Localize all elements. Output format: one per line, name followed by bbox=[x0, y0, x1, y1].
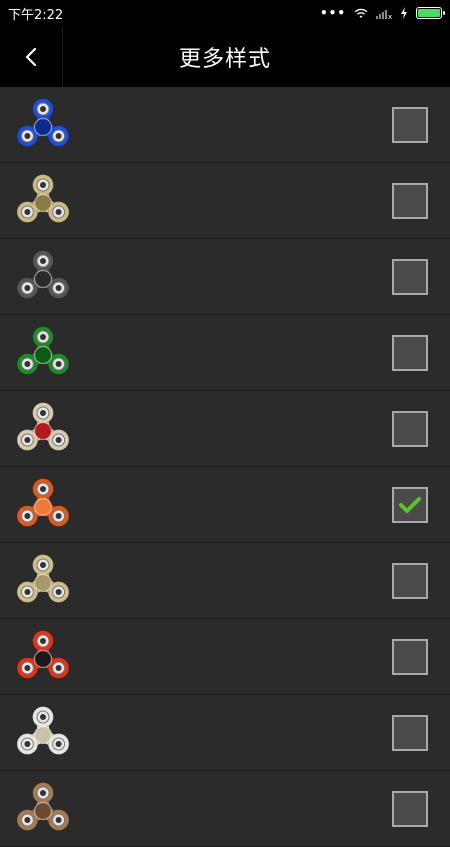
style-checkbox[interactable] bbox=[392, 182, 428, 219]
chevron-left-icon bbox=[25, 47, 37, 66]
style-checkbox[interactable] bbox=[392, 106, 428, 143]
fidget-spinner-icon bbox=[16, 173, 70, 223]
more-dots-icon: ••• bbox=[319, 6, 346, 20]
status-icons: ••• x bbox=[319, 6, 445, 20]
fidget-spinner-icon bbox=[16, 553, 70, 603]
style-checkbox[interactable] bbox=[392, 334, 428, 371]
fidget-spinner-icon bbox=[16, 249, 70, 299]
style-row[interactable] bbox=[0, 695, 450, 771]
fidget-spinner-icon bbox=[16, 705, 70, 755]
style-row[interactable] bbox=[0, 391, 450, 467]
style-checkbox[interactable] bbox=[392, 410, 428, 447]
style-row[interactable] bbox=[0, 543, 450, 619]
app-header: 更多样式 bbox=[0, 26, 450, 87]
style-row[interactable] bbox=[0, 239, 450, 315]
charging-icon bbox=[401, 7, 407, 19]
fidget-spinner-icon bbox=[16, 629, 70, 679]
style-row[interactable] bbox=[0, 619, 450, 695]
fidget-spinner-icon bbox=[16, 477, 70, 527]
fidget-spinner-icon bbox=[16, 97, 70, 147]
status-bar: 下午2:22 ••• x bbox=[0, 0, 450, 26]
wifi-icon bbox=[354, 8, 368, 18]
style-checkbox[interactable] bbox=[392, 486, 428, 523]
style-row[interactable] bbox=[0, 467, 450, 543]
style-checkbox[interactable] bbox=[392, 258, 428, 295]
style-list bbox=[0, 87, 450, 847]
style-row[interactable] bbox=[0, 163, 450, 239]
style-row[interactable] bbox=[0, 87, 450, 163]
back-button[interactable] bbox=[0, 26, 63, 87]
fidget-spinner-icon bbox=[16, 781, 70, 831]
style-checkbox[interactable] bbox=[392, 562, 428, 599]
fidget-spinner-icon bbox=[16, 325, 70, 375]
style-checkbox[interactable] bbox=[392, 638, 428, 675]
style-row[interactable] bbox=[0, 315, 450, 391]
battery-icon bbox=[416, 7, 445, 19]
svg-text:x: x bbox=[388, 13, 392, 19]
checkmark-icon bbox=[399, 496, 421, 513]
style-row[interactable] bbox=[0, 771, 450, 847]
status-time: 下午2:22 bbox=[8, 7, 64, 23]
signal-icon: x bbox=[376, 9, 392, 19]
fidget-spinner-icon bbox=[16, 401, 70, 451]
page-title: 更多样式 bbox=[178, 46, 271, 72]
style-checkbox[interactable] bbox=[392, 790, 428, 827]
style-checkbox[interactable] bbox=[392, 714, 428, 751]
battery-level bbox=[418, 9, 440, 17]
